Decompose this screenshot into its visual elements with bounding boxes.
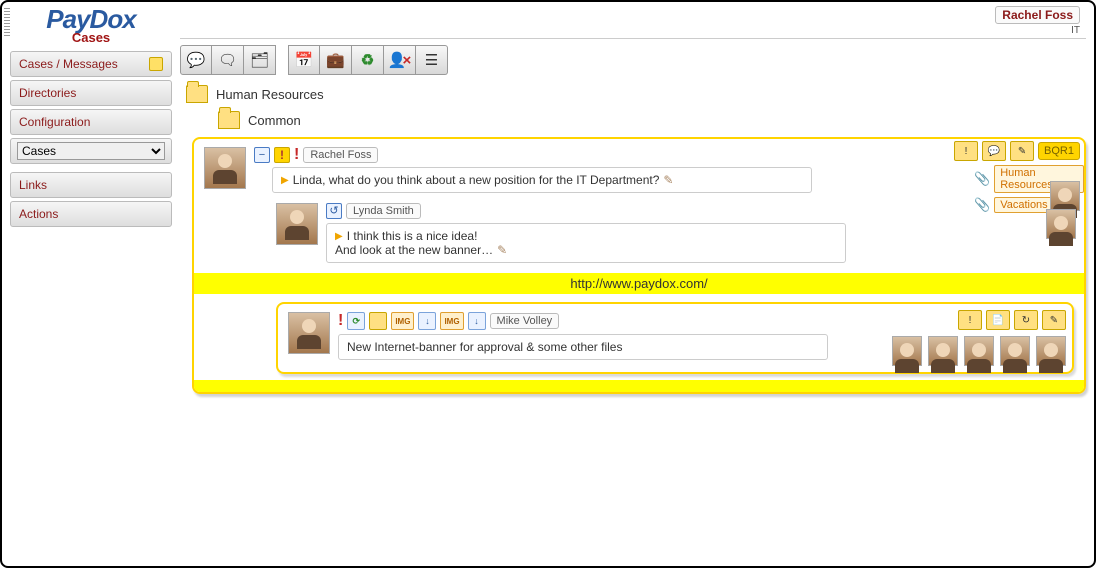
folder-icon bbox=[218, 111, 240, 129]
nav-actions-label: Actions bbox=[19, 207, 58, 221]
folder-sub-label: Common bbox=[248, 113, 301, 128]
post-2-message: ▶ I think this is a nice idea! And look … bbox=[326, 223, 846, 263]
refresh-icon: ♻ bbox=[361, 51, 374, 69]
paperclip-icon: 📎 bbox=[974, 171, 990, 187]
avatar[interactable] bbox=[288, 312, 330, 354]
brand-section: Cases bbox=[10, 30, 172, 45]
post-1-text: Linda, what do you think about a new pos… bbox=[293, 173, 660, 187]
nav-configuration[interactable]: Configuration bbox=[10, 109, 172, 135]
download-icon[interactable]: ↓ bbox=[468, 312, 486, 330]
toolbar-new-folder[interactable]: 🗂 bbox=[244, 45, 276, 75]
nested-message: New Internet-banner for approval & some … bbox=[338, 334, 828, 360]
folder-sub[interactable]: Common bbox=[218, 111, 1086, 129]
current-user-chip[interactable]: Rachel Foss bbox=[995, 6, 1080, 24]
brand-name: PayDox bbox=[10, 6, 172, 32]
participant-avatar[interactable] bbox=[964, 336, 994, 366]
current-user-dept: IT bbox=[1071, 25, 1080, 36]
toolbar: 💬 🗨 🗂 📅 💼 ♻ 👤× ☰ bbox=[180, 45, 1086, 75]
toolbar-list[interactable]: ☰ bbox=[416, 45, 448, 75]
participant-avatar[interactable] bbox=[1000, 336, 1030, 366]
toolbar-remove-user[interactable]: 👤× bbox=[384, 45, 416, 75]
nav-links[interactable]: Links bbox=[10, 172, 172, 198]
post-2: ↺ Lynda Smith ▶ I think this is a nice i… bbox=[276, 203, 1074, 263]
folder-add-icon: 🗂 bbox=[250, 51, 269, 69]
link-bar: http://www.paydox.com/ bbox=[194, 273, 1084, 294]
post-2-author[interactable]: Lynda Smith bbox=[346, 203, 421, 219]
avatar[interactable] bbox=[276, 203, 318, 245]
priority-badge: ! bbox=[274, 147, 290, 163]
toolbar-calendar[interactable]: 📅 bbox=[288, 45, 320, 75]
nav-cases-messages-label: Cases / Messages bbox=[19, 57, 118, 71]
x-icon: × bbox=[402, 52, 411, 69]
participant-avatar[interactable] bbox=[928, 336, 958, 366]
sticky-note-icon bbox=[149, 57, 163, 71]
warning-icon: ! bbox=[294, 147, 299, 163]
edit-icon[interactable]: ✎ bbox=[663, 173, 673, 187]
cases-select[interactable]: Cases bbox=[17, 142, 165, 160]
logo: PayDox Cases bbox=[10, 6, 172, 45]
bullet-icon: ▶ bbox=[335, 231, 343, 242]
list-icon: ☰ bbox=[425, 51, 438, 69]
participant-avatar[interactable] bbox=[1036, 336, 1066, 366]
img-attachment-icon[interactable]: IMG bbox=[440, 312, 463, 330]
img-attachment-icon[interactable]: IMG bbox=[391, 312, 414, 330]
folder-icon bbox=[186, 85, 208, 103]
warning-icon: ! bbox=[338, 313, 343, 329]
post-2-line1: I think this is a nice idea! bbox=[347, 229, 478, 243]
post-2-line2: And look at the new banner… bbox=[335, 243, 493, 257]
nested-card: ! 📄 ↻ ✎ ! ⟳ IMG ↓ IMG bbox=[276, 302, 1074, 374]
edit-icon[interactable]: ✎ bbox=[497, 243, 507, 257]
folder-chip-icon[interactable] bbox=[369, 312, 387, 330]
sidebar: PayDox Cases Cases / Messages Directorie… bbox=[2, 2, 176, 566]
toolbar-new-message[interactable]: 💬 bbox=[180, 45, 212, 75]
nav-directories[interactable]: Directories bbox=[10, 80, 172, 106]
bullet-icon: ▶ bbox=[281, 175, 289, 186]
speech-bubble-icon: 💬 bbox=[187, 51, 206, 69]
post-1-message: ▶ Linda, what do you think about a new p… bbox=[272, 167, 812, 193]
folder-root-label: Human Resources bbox=[216, 87, 324, 102]
nav-actions[interactable]: Actions bbox=[10, 201, 172, 227]
nested-author[interactable]: Mike Volley bbox=[490, 313, 560, 329]
speech-bubble2-icon: 🗨 bbox=[218, 51, 237, 69]
avatar[interactable] bbox=[204, 147, 246, 189]
main-area: Rachel Foss IT 💬 🗨 🗂 📅 💼 ♻ 👤× ☰ Human Re… bbox=[176, 2, 1094, 566]
participant-avatar[interactable] bbox=[1046, 209, 1076, 239]
case-card: ! 💬 ✎ BQR1 − ! ! Rachel Foss bbox=[192, 137, 1086, 394]
folder-root[interactable]: Human Resources bbox=[186, 85, 1086, 103]
post-1: − ! ! Rachel Foss ▶ Linda, what do you t… bbox=[204, 147, 1074, 193]
nested-text: New Internet-banner for approval & some … bbox=[347, 340, 622, 354]
nav-links-label: Links bbox=[19, 178, 47, 192]
cases-select-wrap: Cases bbox=[10, 138, 172, 164]
reply-icon[interactable]: ↺ bbox=[326, 203, 342, 219]
nav-configuration-label: Configuration bbox=[19, 115, 90, 129]
collapse-button[interactable]: − bbox=[254, 147, 270, 163]
sync-icon[interactable]: ⟳ bbox=[347, 312, 365, 330]
nav-cases-messages[interactable]: Cases / Messages bbox=[10, 51, 172, 77]
post-1-author[interactable]: Rachel Foss bbox=[303, 147, 378, 163]
participant-avatars bbox=[892, 336, 1066, 366]
external-link[interactable]: http://www.paydox.com/ bbox=[570, 276, 707, 291]
calendar-icon: 📅 bbox=[295, 51, 314, 69]
briefcase-icon: 💼 bbox=[326, 51, 345, 69]
topbar: Rachel Foss IT bbox=[180, 2, 1086, 39]
participant-avatar[interactable] bbox=[892, 336, 922, 366]
toolbar-briefcase[interactable]: 💼 bbox=[320, 45, 352, 75]
window-grip[interactable] bbox=[4, 8, 10, 38]
case-footer-bar bbox=[194, 380, 1084, 392]
download-icon[interactable]: ↓ bbox=[418, 312, 436, 330]
nav-directories-label: Directories bbox=[19, 86, 76, 100]
toolbar-refresh[interactable]: ♻ bbox=[352, 45, 384, 75]
toolbar-new-topic[interactable]: 🗨 bbox=[212, 45, 244, 75]
